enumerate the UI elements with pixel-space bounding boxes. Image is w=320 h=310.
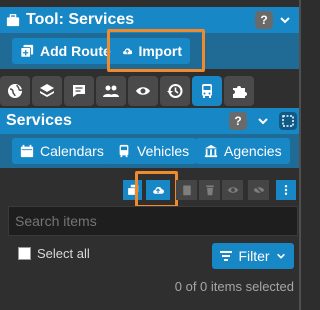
services-title: Services bbox=[6, 112, 72, 129]
history-icon bbox=[167, 84, 183, 98]
delete-button[interactable] bbox=[199, 180, 220, 200]
search-input[interactable] bbox=[8, 206, 298, 236]
import-button[interactable]: Import bbox=[114, 38, 190, 64]
add-route-label: Add Route bbox=[40, 43, 111, 59]
bus-icon bbox=[202, 84, 212, 98]
filter-lines-icon bbox=[220, 251, 233, 261]
help-button[interactable]: ? bbox=[255, 11, 273, 29]
bus-icon bbox=[119, 144, 129, 158]
building-icon bbox=[204, 144, 218, 158]
vertical-dots-icon bbox=[284, 185, 288, 195]
toolbox-icon bbox=[6, 14, 20, 27]
tool-title-text: Tool: Services bbox=[26, 11, 135, 28]
filter-label: Filter bbox=[238, 248, 270, 264]
globe-icon bbox=[8, 84, 23, 98]
agencies-label: Agencies bbox=[224, 143, 282, 159]
services-help-button[interactable]: ? bbox=[229, 112, 247, 130]
tool-actions-row: Add Route Import bbox=[0, 33, 299, 69]
calendars-button[interactable]: Calendars bbox=[12, 138, 112, 164]
vehicles-button[interactable]: Vehicles bbox=[109, 138, 198, 164]
chevron-down-icon bbox=[258, 118, 268, 125]
tool-title: Tool: Services bbox=[6, 11, 134, 29]
services-header: Services ? bbox=[0, 108, 299, 134]
eye-icon bbox=[136, 87, 150, 95]
chevron-down-icon bbox=[280, 17, 290, 24]
add-item-button[interactable] bbox=[123, 180, 142, 200]
select-all-checkbox[interactable] bbox=[18, 247, 31, 260]
show-button[interactable] bbox=[222, 180, 243, 200]
calendar-icon bbox=[20, 144, 34, 158]
agencies-button[interactable]: Agencies bbox=[196, 138, 290, 164]
selection-count: 0 of 0 items selected bbox=[174, 279, 294, 294]
more-options-button[interactable] bbox=[276, 180, 296, 200]
tab-visibility[interactable] bbox=[128, 76, 158, 106]
cloud-upload-icon bbox=[123, 48, 133, 55]
tab-layers[interactable] bbox=[32, 76, 62, 106]
select-all-row[interactable]: Select all bbox=[18, 246, 90, 261]
tab-map[interactable] bbox=[0, 76, 30, 106]
collapse-button[interactable] bbox=[276, 11, 294, 29]
copy-button[interactable] bbox=[176, 180, 197, 200]
eye-icon bbox=[227, 187, 238, 193]
users-icon bbox=[103, 85, 119, 97]
services-nav-row: Calendars Vehicles Agencies bbox=[0, 134, 299, 168]
eye-slash-icon bbox=[253, 184, 264, 196]
import-items-button[interactable] bbox=[146, 180, 170, 200]
add-copy-icon bbox=[20, 44, 34, 58]
tab-plugins[interactable] bbox=[224, 76, 254, 106]
expand-icon bbox=[282, 115, 294, 127]
trash-icon bbox=[205, 185, 214, 196]
layers-icon bbox=[40, 84, 54, 97]
cloud-upload-icon bbox=[153, 187, 164, 194]
puzzle-icon bbox=[233, 86, 247, 98]
tab-users[interactable] bbox=[96, 76, 126, 106]
services-collapse-button[interactable] bbox=[254, 112, 272, 130]
select-all-label: Select all bbox=[37, 246, 90, 261]
tool-titlebar: Tool: Services ? bbox=[0, 7, 299, 33]
tab-comments[interactable] bbox=[64, 76, 94, 106]
import-label: Import bbox=[138, 43, 182, 59]
add-route-button[interactable]: Add Route bbox=[12, 38, 119, 64]
vehicles-label: Vehicles bbox=[137, 143, 190, 159]
tool-tabs bbox=[0, 76, 299, 106]
expand-panel-button[interactable] bbox=[279, 112, 297, 130]
tab-history[interactable] bbox=[160, 76, 190, 106]
add-copy-icon bbox=[126, 184, 138, 196]
comment-icon bbox=[73, 85, 85, 97]
clipboard-icon bbox=[182, 185, 191, 196]
filter-button[interactable]: Filter bbox=[212, 243, 294, 269]
chevron-down-icon bbox=[276, 253, 285, 259]
hide-button[interactable] bbox=[248, 180, 269, 200]
calendars-label: Calendars bbox=[40, 143, 104, 159]
tab-services[interactable] bbox=[192, 76, 222, 106]
